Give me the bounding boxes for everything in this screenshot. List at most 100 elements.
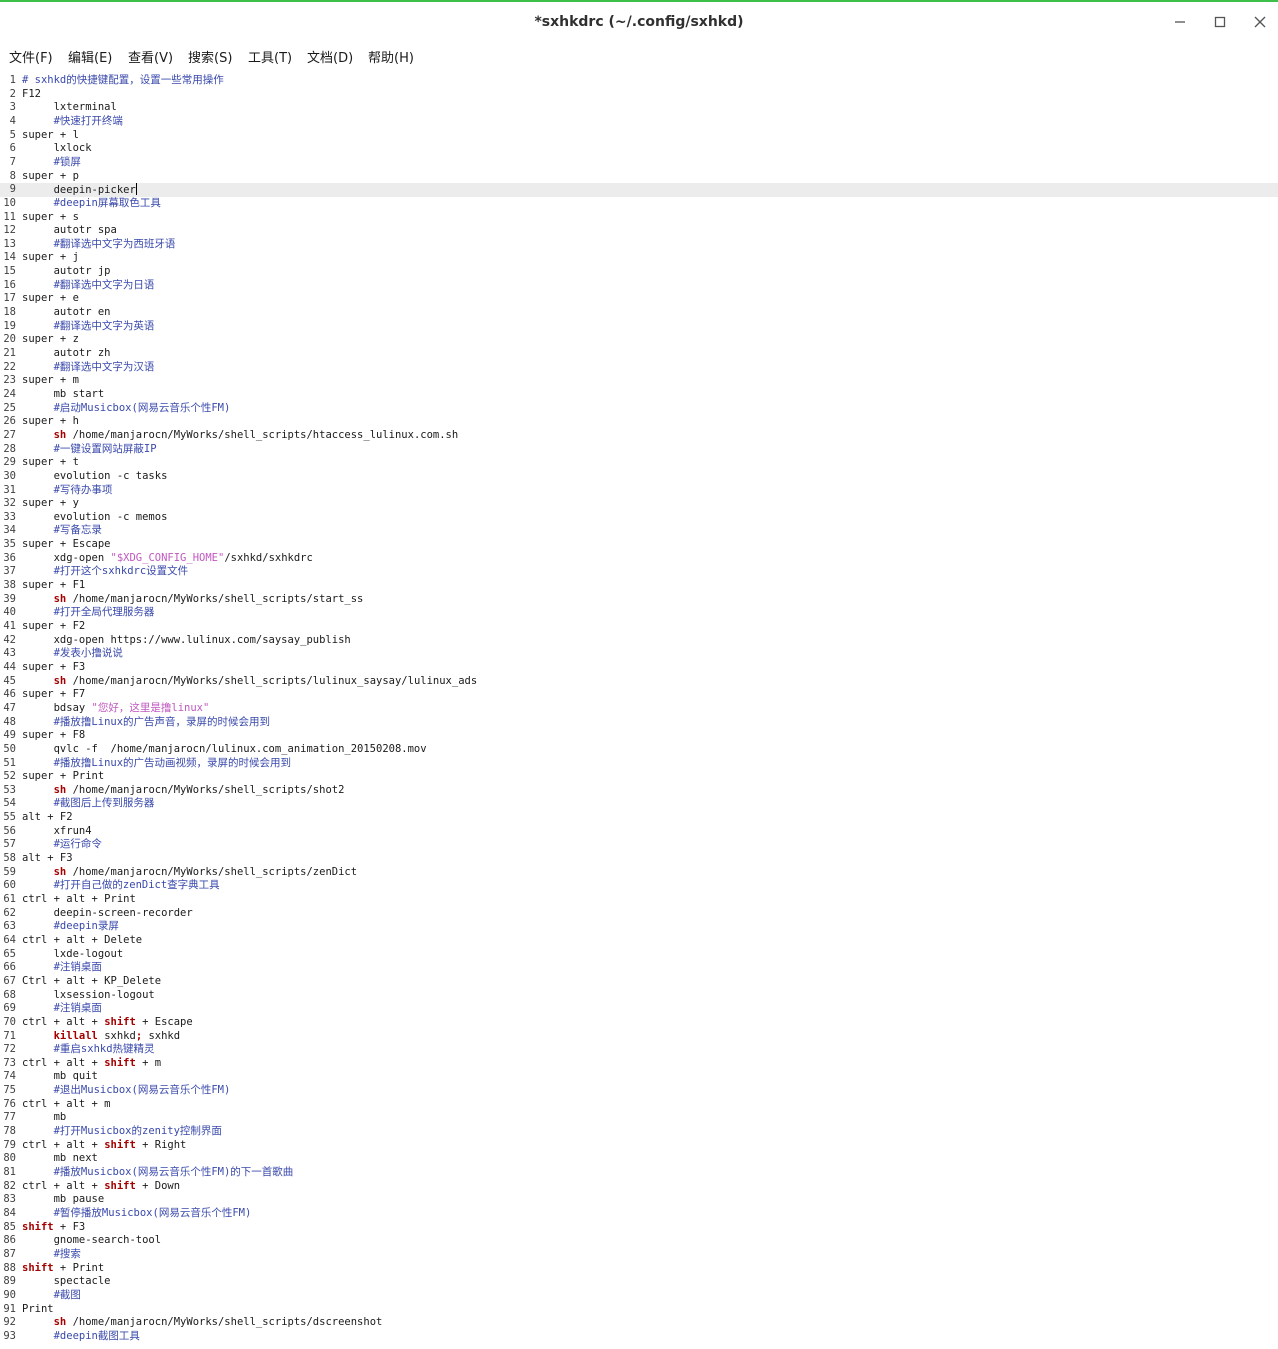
editor-line[interactable]: 62 deepin-screen-recorder	[0, 907, 1278, 921]
editor-line[interactable]: 37 #打开这个sxhkdrc设置文件	[0, 565, 1278, 579]
editor-line[interactable]: 53 sh /home/manjarocn/MyWorks/shell_scri…	[0, 784, 1278, 798]
editor-line[interactable]: 51 #播放撸Linux的广告动画视频，录屏的时候会用到	[0, 757, 1278, 771]
editor-line[interactable]: 44 super + F3	[0, 661, 1278, 675]
editor-line[interactable]: 69 #注销桌面	[0, 1002, 1278, 1016]
editor-line[interactable]: 66 #注销桌面	[0, 961, 1278, 975]
editor-line[interactable]: 89 spectacle	[0, 1275, 1278, 1289]
editor-line[interactable]: 9 deepin-picker	[0, 183, 1278, 197]
editor-line[interactable]: 35 super + Escape	[0, 538, 1278, 552]
editor-line[interactable]: 32 super + y	[0, 497, 1278, 511]
editor-line[interactable]: 29 super + t	[0, 456, 1278, 470]
menu-search[interactable]: 搜索(S)	[188, 47, 232, 66]
editor-line[interactable]: 17 super + e	[0, 292, 1278, 306]
editor-line[interactable]: 2 F12	[0, 88, 1278, 102]
editor-line[interactable]: 68 lxsession-logout	[0, 989, 1278, 1003]
editor-line[interactable]: 93 #deepin截图工具	[0, 1330, 1278, 1344]
editor-line[interactable]: 57 #运行命令	[0, 838, 1278, 852]
editor-line[interactable]: 3 lxterminal	[0, 101, 1278, 115]
editor-line[interactable]: 72 #重启sxhkd热键精灵	[0, 1043, 1278, 1057]
menu-view[interactable]: 查看(V)	[128, 47, 173, 66]
editor-line[interactable]: 6 lxlock	[0, 142, 1278, 156]
editor-line[interactable]: 19 #翻译选中文字为英语	[0, 320, 1278, 334]
editor-line[interactable]: 30 evolution -c tasks	[0, 470, 1278, 484]
editor-line[interactable]: 14 super + j	[0, 251, 1278, 265]
editor-line[interactable]: 49 super + F8	[0, 729, 1278, 743]
editor-line[interactable]: 54 #截图后上传到服务器	[0, 797, 1278, 811]
editor-line[interactable]: 88 shift + Print	[0, 1262, 1278, 1276]
editor-line[interactable]: 34 #写备忘录	[0, 524, 1278, 538]
editor-line[interactable]: 78 #打开Musicbox的zenity控制界面	[0, 1125, 1278, 1139]
editor-line[interactable]: 67 Ctrl + alt + KP_Delete	[0, 975, 1278, 989]
editor-line[interactable]: 91 Print	[0, 1303, 1278, 1317]
editor-line[interactable]: 70 ctrl + alt + shift + Escape	[0, 1016, 1278, 1030]
editor-line[interactable]: 71 killall sxhkd; sxhkd	[0, 1030, 1278, 1044]
editor-line[interactable]: 87 #搜索	[0, 1248, 1278, 1262]
editor-line[interactable]: 92 sh /home/manjarocn/MyWorks/shell_scri…	[0, 1316, 1278, 1330]
editor-line[interactable]: 90 #截图	[0, 1289, 1278, 1303]
editor-line[interactable]: 40 #打开全局代理服务器	[0, 606, 1278, 620]
editor-line[interactable]: 11 super + s	[0, 211, 1278, 225]
close-button[interactable]	[1246, 8, 1274, 36]
menu-help[interactable]: 帮助(H)	[368, 47, 414, 66]
editor-line[interactable]: 50 qvlc -f /home/manjarocn/lulinux.com_a…	[0, 743, 1278, 757]
editor-line[interactable]: 1 # sxhkd的快捷键配置，设置一些常用操作	[0, 74, 1278, 88]
editor-line[interactable]: 65 lxde-logout	[0, 948, 1278, 962]
minimize-button[interactable]	[1166, 8, 1194, 36]
title-bar[interactable]: *sxhkdrc (~/.config/sxhkd)	[0, 2, 1278, 42]
menu-tools[interactable]: 工具(T)	[248, 47, 292, 66]
menu-file[interactable]: 文件(F)	[9, 47, 53, 66]
editor-line[interactable]: 26 super + h	[0, 415, 1278, 429]
editor-line[interactable]: 81 #播放Musicbox(网易云音乐个性FM)的下一首歌曲	[0, 1166, 1278, 1180]
editor-line[interactable]: 79 ctrl + alt + shift + Right	[0, 1139, 1278, 1153]
editor-line[interactable]: 18 autotr en	[0, 306, 1278, 320]
editor-line[interactable]: 77 mb	[0, 1111, 1278, 1125]
menu-edit[interactable]: 编辑(E)	[68, 47, 112, 66]
editor-line[interactable]: 56 xfrun4	[0, 825, 1278, 839]
editor-line[interactable]: 60 #打开自己做的zenDict查字典工具	[0, 879, 1278, 893]
editor-line[interactable]: 42 xdg-open https://www.lulinux.com/says…	[0, 634, 1278, 648]
editor-line[interactable]: 86 gnome-search-tool	[0, 1234, 1278, 1248]
editor-line[interactable]: 4 #快速打开终端	[0, 115, 1278, 129]
editor-line[interactable]: 64 ctrl + alt + Delete	[0, 934, 1278, 948]
editor-line[interactable]: 41 super + F2	[0, 620, 1278, 634]
editor-line[interactable]: 20 super + z	[0, 333, 1278, 347]
editor-line[interactable]: 59 sh /home/manjarocn/MyWorks/shell_scri…	[0, 866, 1278, 880]
maximize-button[interactable]	[1206, 8, 1234, 36]
editor-line[interactable]: 43 #发表小撸说说	[0, 647, 1278, 661]
editor-line[interactable]: 33 evolution -c memos	[0, 511, 1278, 525]
editor-line[interactable]: 28 #一键设置网站屏蔽IP	[0, 443, 1278, 457]
editor-line[interactable]: 8 super + p	[0, 170, 1278, 184]
editor-line[interactable]: 83 mb pause	[0, 1193, 1278, 1207]
editor-line[interactable]: 16 #翻译选中文字为日语	[0, 279, 1278, 293]
editor-line[interactable]: 52 super + Print	[0, 770, 1278, 784]
editor-line[interactable]: 58 alt + F3	[0, 852, 1278, 866]
editor-line[interactable]: 48 #播放撸Linux的广告声音，录屏的时候会用到	[0, 716, 1278, 730]
editor-line[interactable]: 85 shift + F3	[0, 1221, 1278, 1235]
editor-line[interactable]: 46 super + F7	[0, 688, 1278, 702]
editor-line[interactable]: 82 ctrl + alt + shift + Down	[0, 1180, 1278, 1194]
editor-line[interactable]: 7 #锁屏	[0, 156, 1278, 170]
editor-line[interactable]: 47 bdsay "您好，这里是撸linux"	[0, 702, 1278, 716]
editor-line[interactable]: 24 mb start	[0, 388, 1278, 402]
editor-line[interactable]: 10 #deepin屏幕取色工具	[0, 197, 1278, 211]
editor-line[interactable]: 12 autotr spa	[0, 224, 1278, 238]
editor-line[interactable]: 36 xdg-open "$XDG_CONFIG_HOME"/sxhkd/sxh…	[0, 552, 1278, 566]
editor-line[interactable]: 13 #翻译选中文字为西班牙语	[0, 238, 1278, 252]
editor-line[interactable]: 27 sh /home/manjarocn/MyWorks/shell_scri…	[0, 429, 1278, 443]
menu-document[interactable]: 文档(D)	[307, 47, 353, 66]
editor-line[interactable]: 38 super + F1	[0, 579, 1278, 593]
editor-line[interactable]: 23 super + m	[0, 374, 1278, 388]
text-editor[interactable]: 1 # sxhkd的快捷键配置，设置一些常用操作 2 F12 3 lxterminal 4…	[0, 70, 1278, 1349]
editor-line[interactable]: 63 #deepin录屏	[0, 920, 1278, 934]
editor-line[interactable]: 73 ctrl + alt + shift + m	[0, 1057, 1278, 1071]
editor-line[interactable]: 15 autotr jp	[0, 265, 1278, 279]
editor-line[interactable]: 39 sh /home/manjarocn/MyWorks/shell_scri…	[0, 593, 1278, 607]
editor-line[interactable]: 45 sh /home/manjarocn/MyWorks/shell_scri…	[0, 675, 1278, 689]
editor-line[interactable]: 22 #翻译选中文字为汉语	[0, 361, 1278, 375]
editor-line[interactable]: 5 super + l	[0, 129, 1278, 143]
editor-line[interactable]: 84 #暂停播放Musicbox(网易云音乐个性FM)	[0, 1207, 1278, 1221]
editor-line[interactable]: 80 mb next	[0, 1152, 1278, 1166]
editor-line[interactable]: 75 #退出Musicbox(网易云音乐个性FM)	[0, 1084, 1278, 1098]
editor-line[interactable]: 25 #启动Musicbox(网易云音乐个性FM)	[0, 402, 1278, 416]
editor-line[interactable]: 21 autotr zh	[0, 347, 1278, 361]
